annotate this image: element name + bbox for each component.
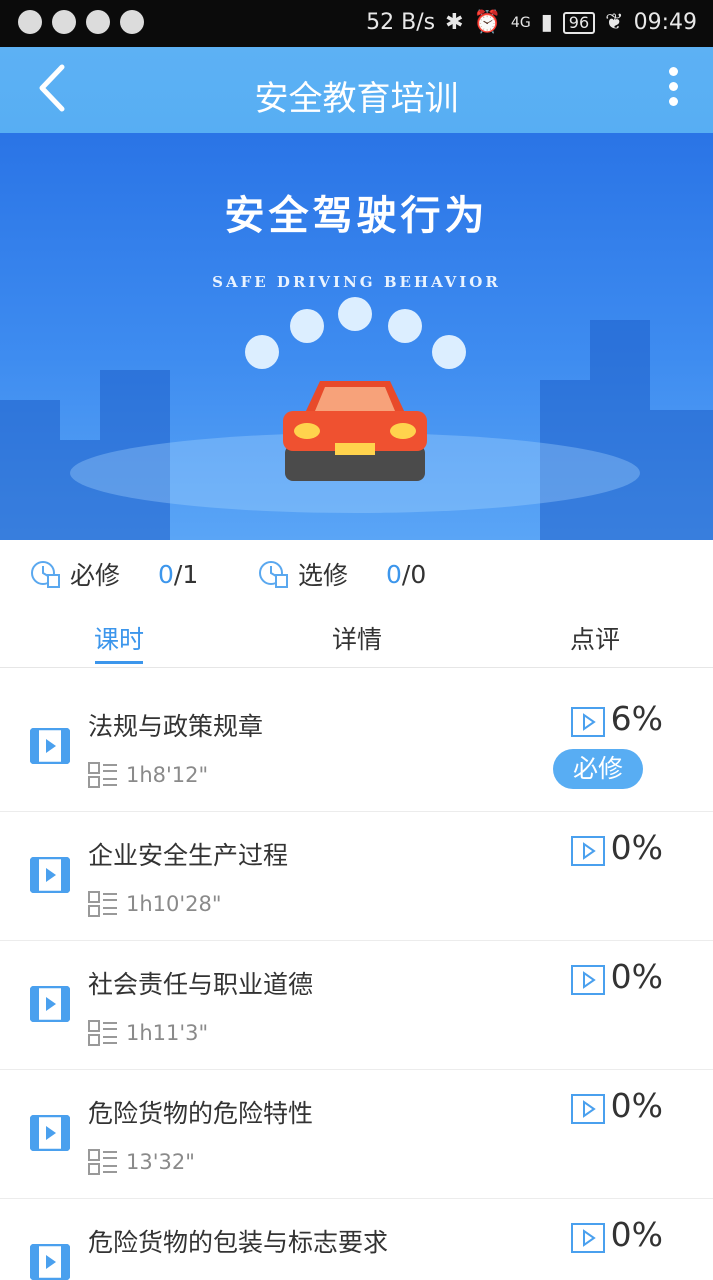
app-header: 安全教育培训	[0, 47, 713, 133]
video-icon	[30, 1244, 70, 1280]
building-shape	[650, 410, 713, 540]
play-icon	[571, 836, 605, 866]
eco-leaf-icon: ❦	[605, 10, 624, 35]
lesson-progress: 0%	[610, 1086, 663, 1125]
banner-subtitle: SAFE DRIVING BEHAVIOR	[212, 273, 501, 291]
lesson-title: 企业安全生产过程	[88, 841, 289, 870]
lesson-duration: 1h11'3"	[88, 1019, 208, 1047]
hotspot-icon	[52, 10, 76, 34]
notification-icons	[18, 10, 144, 34]
banner-title: 安全驾驶行为	[224, 193, 489, 239]
lesson-duration: 1h10'28"	[88, 890, 222, 918]
duration-text: 1h8'12"	[126, 763, 209, 787]
elective-total: /0	[401, 559, 427, 589]
network-speed: 52 B/s	[366, 10, 436, 35]
more-dot-icon	[669, 67, 678, 76]
lesson-title: 法规与政策规章	[88, 712, 264, 741]
course-stats: 必修 0/1 选修 0/0	[0, 540, 713, 602]
tab-bar: 课时 详情 点评	[0, 605, 713, 668]
building-shape	[60, 440, 100, 540]
phone-icon	[245, 335, 279, 369]
more-dot-icon	[669, 97, 678, 106]
umbrella-icon	[290, 309, 324, 343]
list-item[interactable]: 法规与政策规章 1h8'12" 6% 必修	[0, 683, 713, 812]
building-shape	[0, 400, 60, 540]
play-icon	[571, 1223, 605, 1253]
lesson-progress: 0%	[610, 828, 663, 867]
lesson-title: 危险货物的包装与标志要求	[88, 1228, 389, 1257]
list-item[interactable]: 危险货物的危险特性 13'32" 0%	[0, 1070, 713, 1199]
list-icon	[88, 762, 117, 788]
elective-done: 0	[386, 559, 402, 589]
list-item[interactable]: 社会责任与职业道德 1h11'3" 0%	[0, 941, 713, 1070]
course-banner: 安全驾驶行为 SAFE DRIVING BEHAVIOR	[0, 133, 713, 540]
tab-lessons[interactable]: 课时	[59, 620, 179, 656]
play-icon	[571, 707, 605, 737]
bluetooth-icon: ✱	[445, 10, 464, 35]
drink-icon	[388, 309, 422, 343]
required-label: 必修	[70, 561, 121, 590]
list-icon	[88, 1149, 117, 1175]
required-stat: 必修 0/1	[30, 556, 198, 592]
building-shape	[590, 320, 650, 540]
app-notification-icon	[120, 10, 144, 34]
network-type: 4G	[510, 14, 531, 31]
list-icon	[88, 891, 117, 917]
clock-doc-icon	[259, 561, 288, 588]
video-icon	[30, 728, 70, 764]
video-icon	[30, 1115, 70, 1151]
message-icon	[86, 10, 110, 34]
lesson-duration: 13'32"	[88, 1148, 195, 1176]
elective-stat: 选修 0/0	[258, 556, 426, 592]
alarm-icon: ⏰	[473, 10, 501, 35]
lesson-title: 危险货物的危险特性	[88, 1099, 314, 1128]
required-done: 0	[158, 559, 174, 589]
lesson-progress: 0%	[610, 1215, 663, 1254]
lesson-duration: 1h8'12"	[88, 761, 208, 789]
more-menu-button[interactable]	[669, 67, 683, 115]
list-item[interactable]: 企业安全生产过程 1h10'28" 0%	[0, 812, 713, 941]
clock: 09:49	[633, 10, 697, 35]
status-bar: 52 B/s ✱ ⏰ 4G ▮ 96 ❦ 09:49	[0, 0, 713, 47]
lesson-progress: 0%	[610, 957, 663, 996]
play-icon	[571, 965, 605, 995]
moon-icon	[432, 335, 466, 369]
play-icon	[571, 1094, 605, 1124]
duration-text: 1h10'28"	[126, 892, 222, 916]
video-icon	[30, 857, 70, 893]
required-total: /1	[173, 559, 199, 589]
battery-level: 96	[562, 11, 596, 34]
signal-icon: ▮	[540, 10, 553, 35]
list-item[interactable]: 危险货物的包装与标志要求 0%	[0, 1199, 713, 1280]
cigarette-icon	[338, 297, 372, 331]
video-icon	[30, 986, 70, 1022]
required-badge: 必修	[553, 749, 643, 789]
active-tab-indicator	[95, 661, 143, 664]
tab-details[interactable]: 详情	[297, 620, 417, 656]
wechat-icon	[18, 10, 42, 34]
more-dot-icon	[669, 82, 678, 91]
lesson-progress: 6%	[610, 699, 663, 738]
lesson-title: 社会责任与职业道德	[88, 970, 314, 999]
car-illustration	[283, 381, 427, 481]
tab-reviews[interactable]: 点评	[535, 620, 655, 656]
duration-text: 13'32"	[126, 1150, 195, 1174]
elective-label: 选修	[298, 561, 349, 590]
duration-text: 1h11'3"	[126, 1021, 209, 1045]
list-icon	[88, 1020, 117, 1046]
clock-doc-icon	[31, 561, 60, 588]
page-title: 安全教育培训	[254, 79, 459, 119]
